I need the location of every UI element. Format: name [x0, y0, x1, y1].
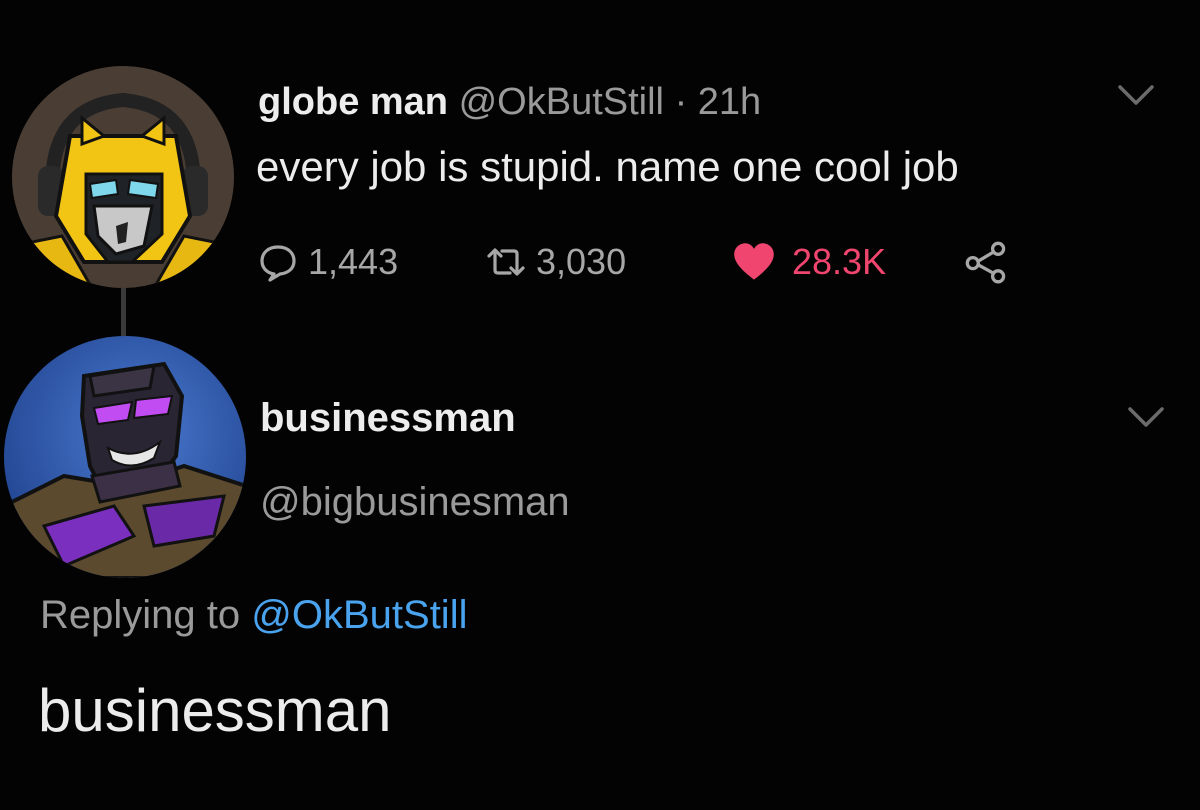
meta-separator: ·: [674, 81, 688, 123]
reply-count: 1,443: [308, 241, 399, 282]
reply-button[interactable]: 1,443: [258, 236, 398, 288]
original-display-name[interactable]: globe man: [258, 81, 448, 123]
like-count: 28.3K: [792, 241, 887, 282]
original-handle[interactable]: @OkButStill: [459, 81, 664, 123]
original-tweet-header: globe man @OkButStill · 21h: [258, 79, 761, 125]
yellow-robot-avatar-icon[interactable]: [12, 66, 234, 288]
thread-connector-line: [121, 288, 126, 336]
retweet-count: 3,030: [536, 241, 627, 282]
reply-tweet-text: businessman: [38, 677, 392, 744]
share-button[interactable]: [964, 236, 1008, 288]
tweet-action-bar: 1,443 3,030 28.3K: [258, 236, 1038, 288]
reply-handle[interactable]: @bigbusinesman: [260, 480, 570, 525]
chevron-down-icon[interactable]: [1127, 404, 1165, 432]
replying-to-line: Replying to @OkButStill: [40, 593, 467, 638]
tweet-thread: globe man @OkButStill · 21h every job is…: [0, 0, 1200, 810]
original-tweet-text: every job is stupid. name one cool job: [256, 143, 959, 190]
like-button[interactable]: 28.3K: [730, 236, 886, 288]
share-nodes-icon: [965, 241, 1006, 284]
retweet-arrows-icon: [487, 248, 525, 276]
reply-display-name[interactable]: businessman: [260, 396, 516, 441]
retweet-button[interactable]: 3,030: [486, 236, 626, 288]
speech-bubble-icon: [260, 245, 296, 282]
purple-robot-avatar-icon[interactable]: [4, 336, 246, 578]
replying-to-label: Replying to: [40, 593, 241, 637]
replying-to-mention-link[interactable]: @OkButStill: [251, 593, 467, 637]
chevron-down-icon[interactable]: [1117, 82, 1155, 110]
heart-icon: [734, 243, 774, 280]
original-timestamp[interactable]: 21h: [698, 81, 761, 123]
